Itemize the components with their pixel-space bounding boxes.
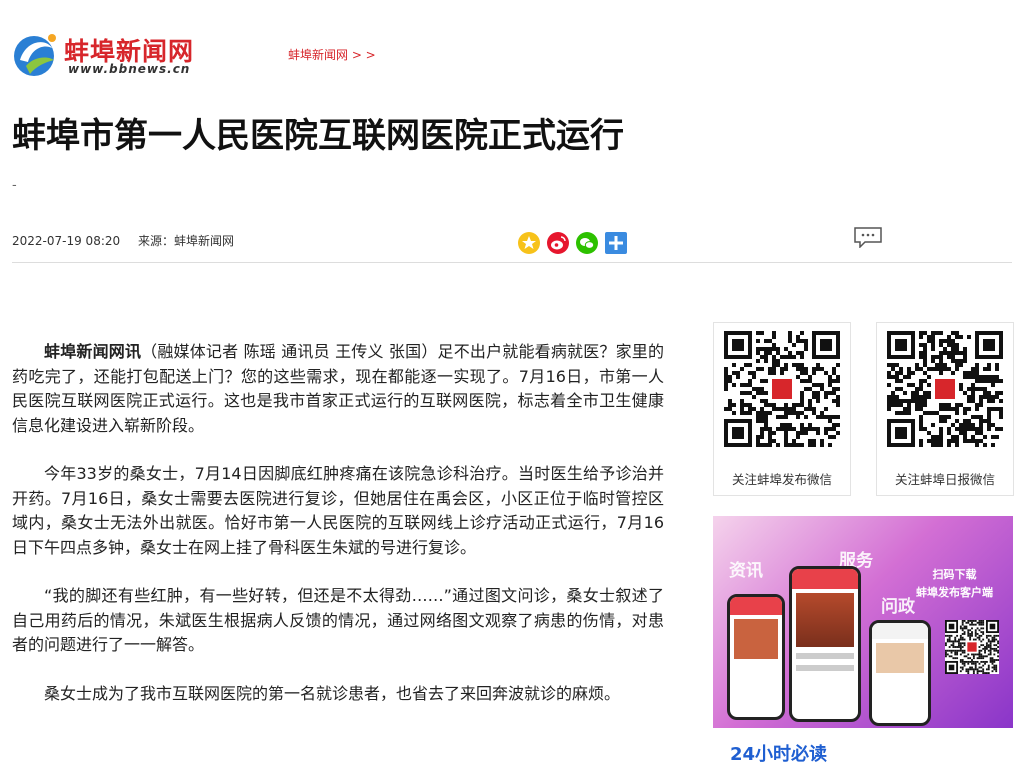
qr-caption: 关注蚌埠日报微信 — [894, 472, 995, 487]
paragraph: “我的脚还有些红肿，有一些好转，但还是不太得劲……”通过图文问诊，桑女士叙述了自… — [12, 586, 664, 654]
lead-source: 蚌埠新闻网讯 — [44, 342, 142, 361]
qzone-icon[interactable] — [518, 232, 540, 254]
subtitle: - — [12, 178, 17, 193]
article-body: 蚌埠新闻网讯（融媒体记者 陈瑶 通讯员 王传义 张国）足不出户就能看病就医？家里… — [12, 340, 664, 730]
page-title: 蚌埠市第一人民医院互联网医院正式运行 — [12, 116, 624, 156]
qr-card-bengbu-release: 关注蚌埠发布微信 — [713, 322, 851, 496]
promo-service-label: 问政 — [881, 597, 915, 617]
phone-mockup — [869, 620, 931, 726]
promo-service-label: 资讯 — [729, 561, 763, 581]
wechat-icon[interactable] — [576, 232, 598, 254]
download-line: 蚌埠发布客户端 — [916, 586, 993, 599]
app-promo-banner[interactable]: 资讯 服务 问政 扫码下载 蚌埠发布客户端 — [713, 516, 1013, 728]
article-source: 来源：蚌埠新闻网 — [137, 234, 234, 248]
paragraph: 蚌埠新闻网讯（融媒体记者 陈瑶 通讯员 王传义 张国）足不出户就能看病就医？家里… — [12, 340, 664, 438]
phone-mockup — [727, 594, 785, 720]
download-prompt: 扫码下载 蚌埠发布客户端 — [916, 566, 993, 602]
article-meta: 2022-07-19 08:20 来源：蚌埠新闻网 — [12, 232, 248, 249]
qr-code-icon — [724, 331, 840, 447]
section-title-24h[interactable]: 24小时必读 — [730, 740, 827, 766]
logo-url: www.bbnews.cn — [68, 62, 191, 76]
logo-mark-icon — [14, 34, 56, 76]
site-logo[interactable]: 蚌埠新闻网 www.bbnews.cn — [12, 28, 222, 80]
app-qr-code-icon — [945, 620, 999, 674]
qr-card-bengbu-daily: 关注蚌埠日报微信 — [876, 322, 1014, 496]
publish-date: 2022-07-19 08:20 — [12, 234, 121, 248]
more-share-icon[interactable] — [605, 232, 627, 254]
phone-mockup — [789, 566, 861, 722]
divider — [12, 262, 1012, 263]
paragraph: 桑女士成为了我市互联网医院的第一名就诊患者，也省去了来回奔波就诊的麻烦。 — [44, 683, 621, 703]
paragraph: 今年33岁的桑女士，7月14日因脚底红肿疼痛在该院急诊科治疗。当时医生给予诊治并… — [12, 464, 664, 557]
breadcrumb[interactable]: 蚌埠新闻网 > > — [288, 46, 376, 63]
weibo-icon[interactable] — [547, 232, 569, 254]
download-line: 扫码下载 — [932, 568, 977, 581]
qr-code-icon — [887, 331, 1003, 447]
comment-icon[interactable] — [853, 226, 883, 248]
qr-caption: 关注蚌埠发布微信 — [731, 472, 832, 487]
